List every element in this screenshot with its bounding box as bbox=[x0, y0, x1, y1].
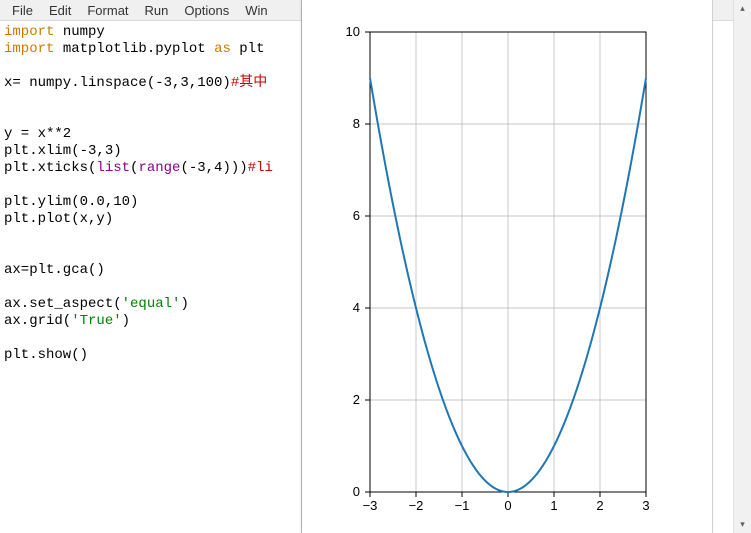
scroll-up-icon[interactable]: ▴ bbox=[734, 0, 751, 17]
scroll-down-icon[interactable]: ▾ bbox=[734, 516, 751, 533]
menu-file[interactable]: File bbox=[4, 2, 41, 19]
svg-text:2: 2 bbox=[596, 498, 603, 513]
svg-text:4: 4 bbox=[353, 300, 360, 315]
menu-window[interactable]: Win bbox=[237, 2, 275, 19]
svg-text:0: 0 bbox=[353, 484, 360, 499]
svg-text:8: 8 bbox=[353, 116, 360, 131]
svg-text:3: 3 bbox=[642, 498, 649, 513]
svg-text:10: 10 bbox=[346, 24, 360, 39]
plot-canvas: −3 −2 −1 0 1 2 3 0 2 4 6 8 10 bbox=[310, 22, 710, 527]
svg-text:−3: −3 bbox=[363, 498, 378, 513]
vertical-scrollbar[interactable]: ▴ ▾ bbox=[733, 0, 751, 533]
svg-text:−1: −1 bbox=[455, 498, 470, 513]
svg-text:6: 6 bbox=[353, 208, 360, 223]
menu-edit[interactable]: Edit bbox=[41, 2, 79, 19]
svg-text:2: 2 bbox=[353, 392, 360, 407]
svg-text:0: 0 bbox=[504, 498, 511, 513]
menu-options[interactable]: Options bbox=[176, 2, 237, 19]
svg-text:1: 1 bbox=[550, 498, 557, 513]
svg-text:−2: −2 bbox=[409, 498, 424, 513]
menu-run[interactable]: Run bbox=[137, 2, 177, 19]
figure-window: −3 −2 −1 0 1 2 3 0 2 4 6 8 10 bbox=[301, 0, 713, 533]
menu-format[interactable]: Format bbox=[79, 2, 136, 19]
code-editor[interactable]: import numpy import matplotlib.pyplot as… bbox=[0, 22, 308, 533]
